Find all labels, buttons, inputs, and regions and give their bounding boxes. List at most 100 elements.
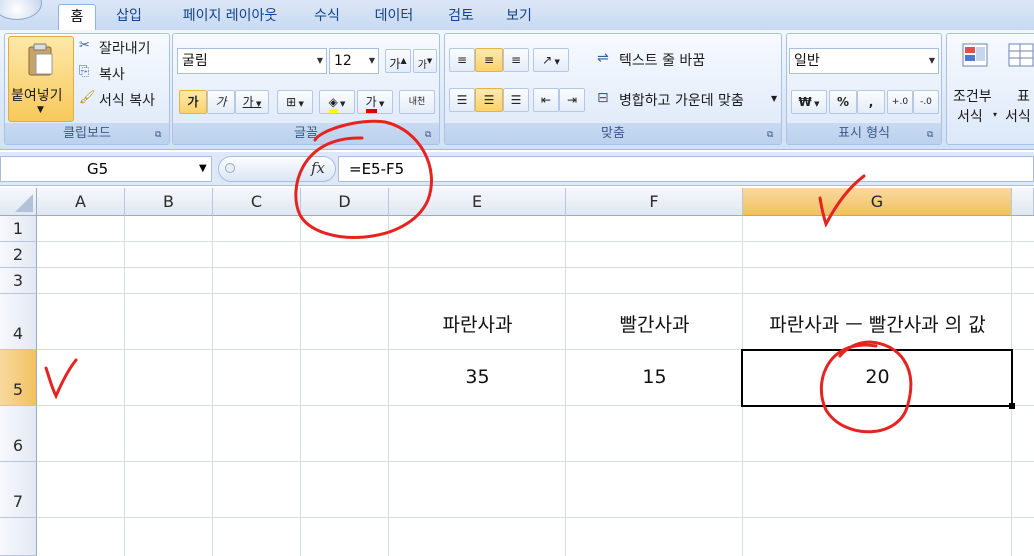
underline-button[interactable]: 가 ▼ xyxy=(235,90,269,114)
cell-f5[interactable]: 15 xyxy=(566,366,743,388)
font-color-button[interactable]: 가 ▼ xyxy=(357,90,393,114)
active-cell-border xyxy=(741,349,1013,407)
chevron-down-icon: ▼ xyxy=(316,56,323,65)
shrink-font-button[interactable]: 가▼ xyxy=(413,49,437,73)
chevron-down-icon: ▼ xyxy=(199,163,207,174)
borders-button[interactable]: ⊞ ▼ xyxy=(277,90,313,114)
bold-button[interactable]: 가 xyxy=(179,90,207,114)
conditional-format-line1: 조건부 xyxy=(953,89,992,105)
resize-handle-icon[interactable] xyxy=(225,163,235,173)
percent-button[interactable]: % xyxy=(829,90,857,114)
dialog-launcher-icon[interactable]: ⧉ xyxy=(927,130,937,140)
conditional-format-icon xyxy=(962,43,988,67)
row-header-2[interactable]: 2 xyxy=(0,242,37,268)
fill-handle[interactable] xyxy=(1009,403,1015,409)
row-header-3[interactable]: 3 xyxy=(0,268,37,294)
font-group-label: 글꼴 xyxy=(173,123,439,144)
font-size-select[interactable]: 12 ▼ xyxy=(329,48,379,74)
align-left-button[interactable]: ☰ xyxy=(449,88,475,112)
align-middle-button[interactable]: ≡ xyxy=(475,48,503,72)
shrink-font-label: 가 xyxy=(417,60,427,71)
column-header-f[interactable]: F xyxy=(566,188,743,216)
fill-color-button[interactable]: ◈ ▼ xyxy=(319,90,355,114)
number-group: 일반 ▼ ₩ ▼ % , +.0 -.0 표시 형식 ⧉ xyxy=(786,33,942,145)
column-header-g[interactable]: G xyxy=(743,188,1012,216)
conditional-format-button[interactable]: 조건부 서식 ▾ xyxy=(951,38,999,125)
number-group-label: 표시 형식 xyxy=(787,123,941,144)
paint-bucket-icon: ◈ xyxy=(328,95,338,113)
name-box[interactable]: G5 ▼ xyxy=(0,156,212,182)
paste-icon xyxy=(28,43,53,76)
table-icon xyxy=(1008,43,1034,67)
insert-function-icon[interactable]: fx xyxy=(311,159,325,177)
format-painter-label: 서식 복사 xyxy=(99,93,155,109)
cell-e4[interactable]: 파란사과 xyxy=(389,310,566,337)
select-all-corner[interactable] xyxy=(0,188,37,216)
row-header-5[interactable]: 5 xyxy=(0,350,37,406)
row-header-7[interactable]: 7 xyxy=(0,462,37,518)
align-bottom-button[interactable]: ≡ xyxy=(503,48,529,72)
chevron-down-icon: ▼ xyxy=(771,94,778,103)
align-right-button[interactable]: ☰ xyxy=(503,88,529,112)
gridline xyxy=(37,517,1034,518)
chevron-down-icon: ▼ xyxy=(253,100,262,108)
comma-button[interactable]: , xyxy=(857,90,885,114)
cell-g4[interactable]: 파란사과 ㅡ 빨간사과 의 값 xyxy=(743,310,1012,337)
increase-indent-icon: ⇥ xyxy=(566,93,578,107)
row-header-1[interactable]: 1 xyxy=(0,216,37,242)
column-header-d[interactable]: D xyxy=(301,188,389,216)
currency-label: ₩ xyxy=(798,95,812,109)
borders-icon: ⊞ xyxy=(286,95,297,109)
phonetic-button[interactable]: 내천 xyxy=(399,90,435,114)
column-header-next[interactable] xyxy=(1012,188,1034,216)
dialog-launcher-icon[interactable]: ⧉ xyxy=(425,130,435,140)
gridline xyxy=(37,461,1034,462)
column-header-b[interactable]: B xyxy=(125,188,213,216)
decrease-decimal-button[interactable]: -.0 xyxy=(913,90,939,114)
increase-decimal-button[interactable]: +.0 xyxy=(887,90,913,114)
decrease-indent-button[interactable]: ⇤ xyxy=(533,88,559,112)
column-header-e[interactable]: E xyxy=(389,188,566,216)
orientation-button[interactable]: ↗ ▼ xyxy=(533,48,569,72)
paste-button[interactable]: 붙여넣기 ▼ xyxy=(8,36,74,122)
dialog-launcher-icon[interactable]: ⧉ xyxy=(155,130,165,140)
formula-input[interactable]: =E5-F5 xyxy=(338,156,1034,182)
increase-indent-button[interactable]: ⇥ xyxy=(559,88,585,112)
copy-icon: ⎘ xyxy=(79,64,90,79)
row-header-6[interactable]: 6 xyxy=(0,406,37,462)
office-button[interactable] xyxy=(0,0,42,20)
italic-button[interactable]: 가 xyxy=(207,90,235,114)
number-format-select[interactable]: 일반 ▼ xyxy=(789,48,939,74)
row-header-8[interactable] xyxy=(0,518,37,556)
grow-font-button[interactable]: 가▲ xyxy=(385,49,411,73)
column-header-a[interactable]: A xyxy=(37,188,125,216)
gridline xyxy=(37,293,1034,294)
clipboard-group: 붙여넣기 ▼ ✂ 잘라내기 ⎘ 복사 🖌 서식 복사 클립보드 ⧉ xyxy=(4,33,170,145)
tab-data[interactable]: 데이터 xyxy=(364,4,424,30)
underline-label: 가 xyxy=(242,95,254,109)
down-arrow-icon: ▼ xyxy=(426,57,433,65)
tab-home[interactable]: 홈 xyxy=(58,4,96,30)
align-bottom-icon: ≡ xyxy=(510,53,522,67)
column-header-c[interactable]: C xyxy=(213,188,301,216)
align-top-button[interactable]: ≡ xyxy=(449,48,475,72)
tab-page-layout[interactable]: 페이지 레이아웃 xyxy=(166,4,294,30)
merge-icon: ⊟ xyxy=(597,90,609,106)
cell-f4[interactable]: 빨간사과 xyxy=(566,310,743,337)
paste-label: 붙여넣기 xyxy=(11,88,63,104)
cell-e5[interactable]: 35 xyxy=(389,366,566,388)
worksheet-grid[interactable]: A B C D E F G 1 2 3 4 5 6 7 파란사과 빨간사과 파란… xyxy=(0,188,1034,556)
merge-center-label: 병합하고 가운데 맞춤 xyxy=(619,93,744,109)
tab-review[interactable]: 검토 xyxy=(438,4,484,30)
font-name-select[interactable]: 굴림 ▼ xyxy=(177,48,327,74)
font-color-label: 가 xyxy=(365,95,377,113)
format-as-table-button[interactable]: 표 서식 xyxy=(1003,38,1034,125)
chevron-down-icon: ▼ xyxy=(811,100,820,108)
currency-button[interactable]: ₩ ▼ xyxy=(791,90,827,114)
align-center-button[interactable]: ☰ xyxy=(475,88,503,112)
tab-insert[interactable]: 삽입 xyxy=(106,4,152,30)
row-header-4[interactable]: 4 xyxy=(0,294,37,350)
tab-formulas[interactable]: 수식 xyxy=(304,4,350,30)
tab-view[interactable]: 보기 xyxy=(496,4,542,30)
dialog-launcher-icon[interactable]: ⧉ xyxy=(767,130,777,140)
